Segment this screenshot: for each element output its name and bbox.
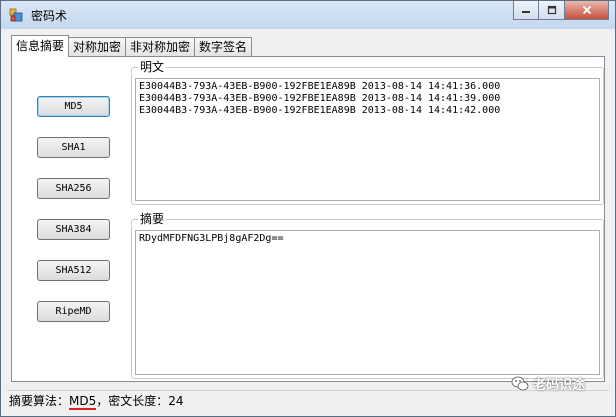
status-length-value: 24 — [168, 394, 184, 408]
plaintext-input[interactable]: E30044B3-793A-43EB-B900-192FBE1EA89B 201… — [135, 78, 600, 201]
digest-label: 摘要 — [138, 212, 167, 226]
sha256-button[interactable]: SHA256 — [37, 178, 110, 199]
title-bar[interactable]: 密码术 — [1, 1, 615, 29]
wechat-icon — [511, 376, 529, 390]
minimize-icon[interactable] — [513, 1, 539, 20]
close-icon[interactable] — [565, 1, 609, 20]
status-bar: 摘要算法：MD5，密文长度：24 — [7, 390, 609, 411]
window-title: 密码术 — [31, 9, 68, 23]
tab-asymmetric-encryption[interactable]: 非对称加密 — [125, 37, 196, 57]
client-area: 信息摘要 对称加密 非对称加密 数字签名 MD5 SHA1 SHA256 SHA… — [7, 29, 609, 411]
watermark: 老码识途 — [511, 374, 585, 393]
digest-group: 摘要 RDydMFDFNG3LPBj8gAF2Dg== — [131, 212, 604, 379]
maximize-icon[interactable] — [539, 1, 565, 20]
main-window: 密码术 信息摘要 对称加密 非对称加密 数字签名 MD5 SHA1 SHA256… — [0, 0, 616, 417]
status-algo-label: 摘要算法： — [9, 394, 70, 408]
status-length-label: ，密文长度： — [96, 394, 169, 408]
app-icon — [9, 8, 23, 22]
tab-message-digest[interactable]: 信息摘要 — [11, 35, 70, 57]
plaintext-label: 明文 — [138, 60, 167, 74]
digest-output[interactable]: RDydMFDFNG3LPBj8gAF2Dg== — [135, 230, 600, 375]
watermark-text: 老码识途 — [533, 378, 586, 393]
digest-tab-panel: MD5 SHA1 SHA256 SHA384 SHA512 RipeMD 明文 … — [11, 56, 605, 382]
sha1-button[interactable]: SHA1 — [37, 137, 110, 158]
ripemd-button[interactable]: RipeMD — [37, 301, 110, 322]
sha512-button[interactable]: SHA512 — [37, 260, 110, 281]
sha384-button[interactable]: SHA384 — [37, 219, 110, 240]
tab-symmetric-encryption[interactable]: 对称加密 — [68, 37, 127, 57]
tab-strip: 信息摘要 对称加密 非对称加密 数字签名 — [11, 35, 253, 57]
plaintext-group: 明文 E30044B3-793A-43EB-B900-192FBE1EA89B … — [131, 60, 604, 205]
window-controls — [513, 1, 609, 21]
tab-digital-signature[interactable]: 数字签名 — [194, 37, 253, 57]
status-algo-value: MD5 — [69, 394, 97, 410]
md5-button[interactable]: MD5 — [37, 96, 110, 117]
